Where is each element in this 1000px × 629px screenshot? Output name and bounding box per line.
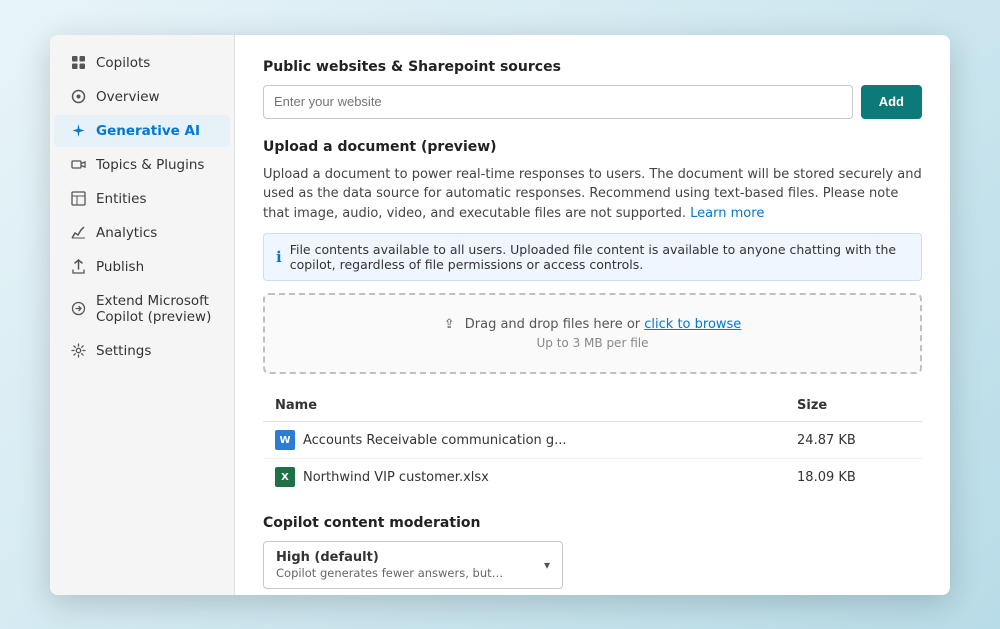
- sidebar-item-settings-label: Settings: [96, 343, 151, 359]
- col-header-size: Size: [785, 390, 922, 422]
- sidebar-item-generative-ai[interactable]: Generative AI: [54, 115, 230, 147]
- main-window: Copilots Overview Generative AI: [50, 35, 950, 595]
- chart-icon: [70, 225, 86, 241]
- sidebar-item-extend-copilot[interactable]: Extend Microsoft Copilot (preview): [54, 285, 230, 333]
- file-size: 24.87 KB: [785, 422, 922, 459]
- moderation-title: Copilot content moderation: [263, 515, 922, 531]
- browse-link[interactable]: click to browse: [644, 317, 741, 332]
- sidebar-item-publish-label: Publish: [96, 259, 144, 275]
- gear-icon: [70, 343, 86, 359]
- sidebar-item-overview-label: Overview: [96, 89, 160, 105]
- moderation-select-inner: High (default) Copilot generates fewer a…: [276, 550, 544, 580]
- website-input[interactable]: [263, 85, 853, 119]
- file-name: Accounts Receivable communication g...: [303, 433, 567, 448]
- upload-icon: [70, 259, 86, 275]
- info-icon: ℹ: [276, 248, 282, 266]
- website-row: Add: [263, 85, 922, 119]
- sidebar-item-topics-plugins-label: Topics & Plugins: [96, 157, 204, 173]
- sidebar-item-extend-copilot-label: Extend Microsoft Copilot (preview): [96, 293, 214, 325]
- upload-section-title: Upload a document (preview): [263, 139, 922, 155]
- sidebar-item-entities[interactable]: Entities: [54, 183, 230, 215]
- upload-drag-icon: ⇪: [444, 317, 455, 332]
- col-header-name: Name: [263, 390, 785, 422]
- sidebar-item-settings[interactable]: Settings: [54, 335, 230, 367]
- moderation-select-sub: Copilot generates fewer answers, but res…: [276, 566, 506, 580]
- dropzone-main-text: ⇪ Drag and drop files here or click to b…: [287, 317, 898, 332]
- sidebar-item-overview[interactable]: Overview: [54, 81, 230, 113]
- grid-icon: [70, 55, 86, 71]
- upload-description: Upload a document to power real-time res…: [263, 165, 922, 224]
- sidebar-item-generative-ai-label: Generative AI: [96, 123, 200, 139]
- dropzone[interactable]: ⇪ Drag and drop files here or click to b…: [263, 293, 922, 374]
- overview-icon: [70, 89, 86, 105]
- sidebar-item-entities-label: Entities: [96, 191, 147, 207]
- xlsx-file-icon: X: [275, 467, 295, 487]
- sidebar: Copilots Overview Generative AI: [50, 35, 235, 595]
- info-banner: ℹ File contents available to all users. …: [263, 233, 922, 281]
- sparkle-icon: [70, 123, 86, 139]
- table-row: W Accounts Receivable communication g...…: [263, 422, 922, 459]
- moderation-select-value: High (default): [276, 550, 544, 565]
- docx-file-icon: W: [275, 430, 295, 450]
- learn-more-link[interactable]: Learn more: [690, 206, 764, 221]
- add-button[interactable]: Add: [861, 85, 922, 119]
- sidebar-item-publish[interactable]: Publish: [54, 251, 230, 283]
- table-icon: [70, 191, 86, 207]
- file-name-cell: W Accounts Receivable communication g...: [263, 422, 785, 459]
- public-websites-title: Public websites & Sharepoint sources: [263, 59, 922, 75]
- plugin-icon: [70, 157, 86, 173]
- chevron-down-icon: ▾: [544, 558, 550, 572]
- file-name-cell: X Northwind VIP customer.xlsx: [263, 459, 785, 496]
- moderation-select[interactable]: High (default) Copilot generates fewer a…: [263, 541, 563, 589]
- sidebar-item-analytics-label: Analytics: [96, 225, 157, 241]
- sidebar-item-analytics[interactable]: Analytics: [54, 217, 230, 249]
- file-size: 18.09 KB: [785, 459, 922, 496]
- sidebar-item-copilots-label: Copilots: [96, 55, 150, 71]
- sidebar-item-copilots[interactable]: Copilots: [54, 47, 230, 79]
- table-row: X Northwind VIP customer.xlsx 18.09 KB: [263, 459, 922, 496]
- dropzone-sub-text: Up to 3 MB per file: [287, 336, 898, 350]
- extend-icon: [70, 301, 86, 317]
- files-table: Name Size W Accounts Receivable communic…: [263, 390, 922, 495]
- sidebar-item-topics-plugins[interactable]: Topics & Plugins: [54, 149, 230, 181]
- info-banner-text: File contents available to all users. Up…: [290, 242, 909, 272]
- main-content: Public websites & Sharepoint sources Add…: [235, 35, 950, 595]
- file-name: Northwind VIP customer.xlsx: [303, 470, 489, 485]
